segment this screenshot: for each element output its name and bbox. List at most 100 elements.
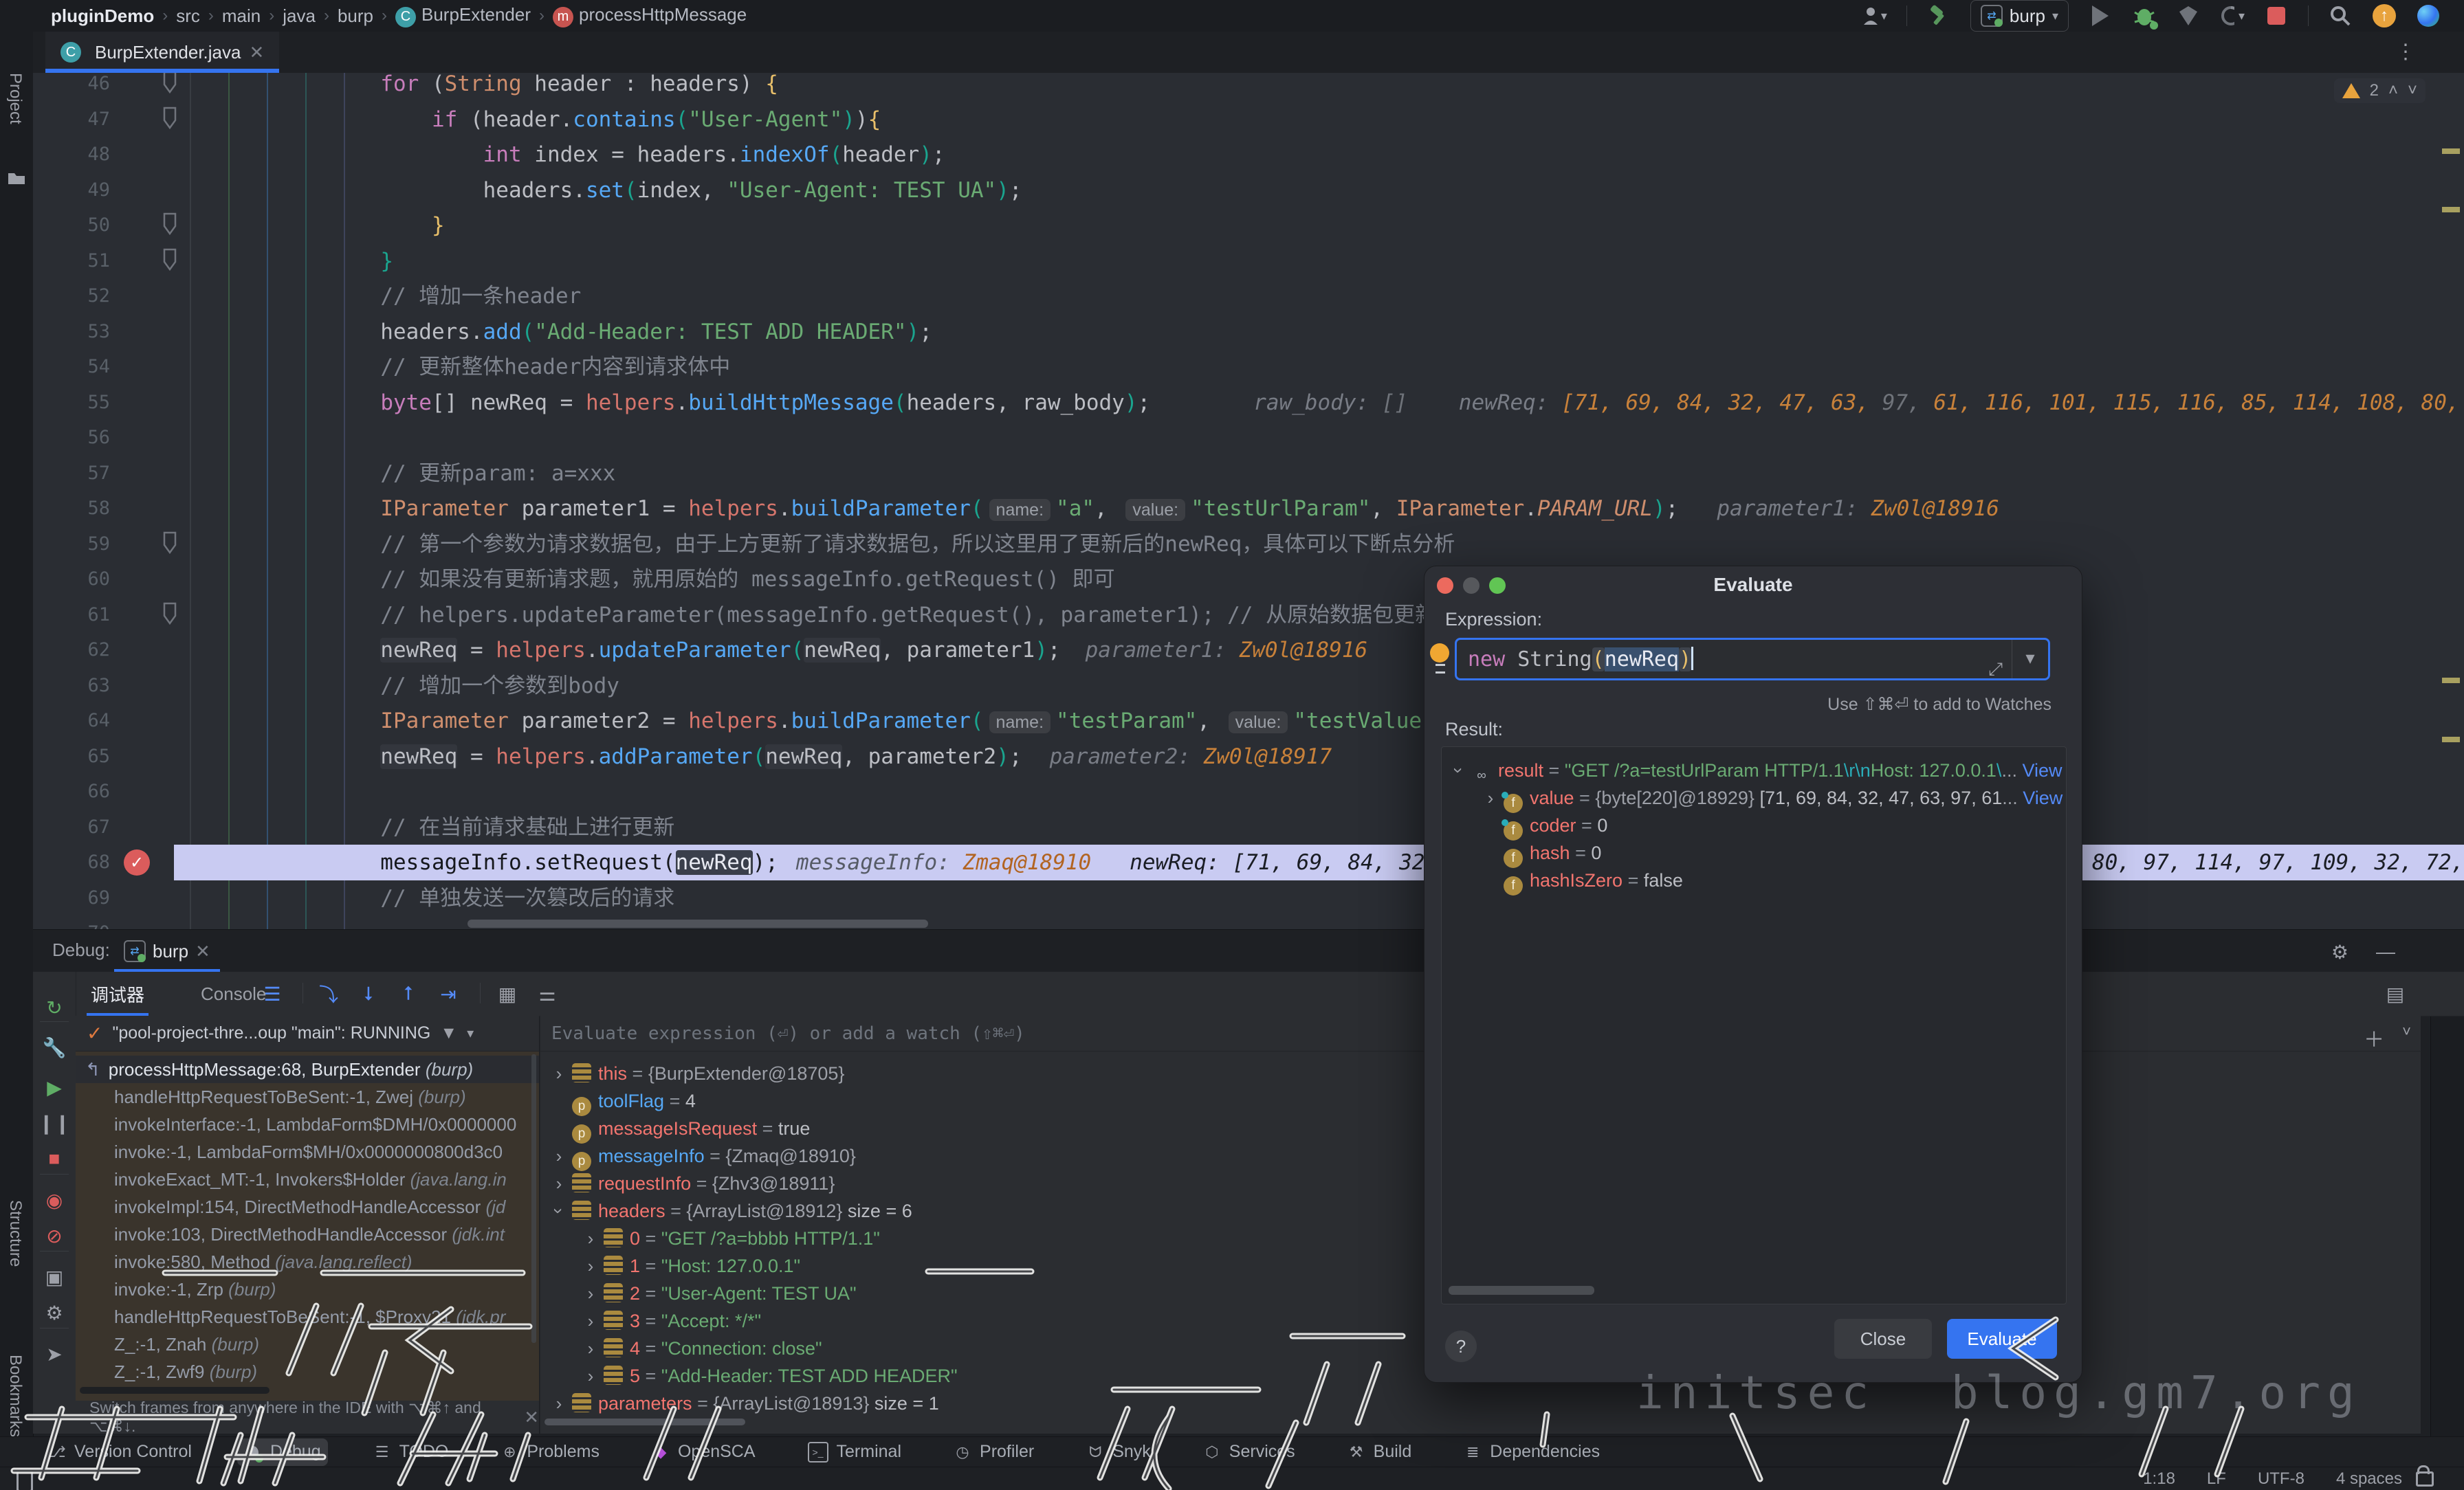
evaluate-button[interactable]: Evaluate xyxy=(1947,1319,2057,1359)
line-number[interactable]: 61 xyxy=(33,597,110,633)
toolwindow-profiler[interactable]: ◷Profiler xyxy=(947,1438,1041,1466)
line-number[interactable]: 60 xyxy=(33,561,110,597)
warning-stripe-mark[interactable] xyxy=(2442,678,2460,683)
toolwindow-build[interactable]: ⚒Build xyxy=(1341,1438,1419,1466)
more-options-icon[interactable]: ⋮ xyxy=(2395,40,2416,64)
breadcrumb-item-src[interactable]: src xyxy=(176,5,200,27)
breadcrumb-item-pluginDemo[interactable]: pluginDemo xyxy=(51,5,154,27)
line-number[interactable]: 54 xyxy=(33,349,110,385)
chevron-down-icon[interactable]: ▾ xyxy=(467,1025,474,1042)
debug-view-tab-Console[interactable]: Console xyxy=(197,972,270,1016)
search-icon[interactable] xyxy=(2328,3,2353,28)
stack-frame-row[interactable]: ↰processHttpMessage:68, BurpExtender (bu… xyxy=(76,1056,539,1083)
warning-stripe-mark[interactable] xyxy=(2442,207,2460,212)
chevron-icon[interactable]: › xyxy=(547,1390,571,1417)
stack-frame-row[interactable]: invokeImpl:154, DirectMethodHandleAccess… xyxy=(76,1193,539,1221)
step-into-icon[interactable]: ⭣ xyxy=(356,981,381,1006)
tree-row[interactable]: ›this = {BurpExtender@18705} xyxy=(547,1060,844,1087)
sidebar-item-project[interactable]: Project xyxy=(6,73,25,124)
inspections-widget[interactable]: 2 ˄ ˅ xyxy=(2334,78,2426,103)
debug-icon[interactable] xyxy=(2132,3,2157,28)
fold-pin-icon[interactable] xyxy=(161,212,179,236)
minimize-icon[interactable]: — xyxy=(2376,941,2395,964)
thread-selector[interactable]: ✓ "pool-project-thre...oup "main": RUNNI… xyxy=(76,1016,539,1052)
breadcrumb-item-java[interactable]: java xyxy=(283,5,316,27)
expand-icon[interactable]: ⤢ xyxy=(1988,649,2003,689)
run-to-cursor-icon[interactable]: ⇥ xyxy=(436,981,461,1006)
chevron-icon[interactable]: › xyxy=(579,1307,602,1335)
code-editor[interactable]: 46 for (String header : headers) {47 if … xyxy=(33,73,2464,929)
tree-row[interactable]: fcoder = 0 xyxy=(1479,812,1607,839)
close-button[interactable]: Close xyxy=(1834,1319,1932,1359)
line-number[interactable]: 64 xyxy=(33,703,110,739)
wrench-icon[interactable]: 🔧 xyxy=(42,1035,67,1060)
mute-breakpoints-icon[interactable]: ⊘ xyxy=(42,1223,67,1248)
panel-layout-icon[interactable]: ▤ xyxy=(2383,981,2408,1006)
chevron-icon[interactable]: › xyxy=(579,1362,602,1390)
fold-pin-icon[interactable] xyxy=(161,531,179,555)
tree-row[interactable]: ›4 = "Connection: close" xyxy=(579,1335,822,1362)
step-over-icon[interactable]: ⤵ xyxy=(316,981,341,1006)
chevron-down-icon[interactable]: ˅ xyxy=(2402,1023,2411,1053)
stop-icon[interactable] xyxy=(2264,3,2289,28)
line-number[interactable]: 57 xyxy=(33,456,110,491)
line-number[interactable]: 49 xyxy=(33,173,110,208)
layout-settings-icon[interactable]: ⚌ xyxy=(535,981,560,1006)
chevron-icon[interactable]: › xyxy=(1479,784,1502,812)
line-number[interactable]: 62 xyxy=(33,632,110,668)
frames-horizontal-scrollbar[interactable] xyxy=(80,1387,270,1394)
line-number[interactable]: 52 xyxy=(33,278,110,314)
unlock-icon[interactable] xyxy=(2416,1471,2434,1487)
chevron-icon[interactable]: › xyxy=(547,1170,571,1197)
line-number[interactable]: 55 xyxy=(33,385,110,421)
status-item[interactable]: LF xyxy=(2207,1469,2226,1489)
tree-row[interactable]: pmessageIsRequest = true xyxy=(547,1115,810,1142)
line-number[interactable]: 46 xyxy=(33,73,110,102)
pin-icon[interactable]: ➤ xyxy=(42,1342,67,1366)
chevron-icon[interactable]: › xyxy=(547,1060,571,1087)
step-out-icon[interactable]: ⭡ xyxy=(396,981,421,1006)
close-icon[interactable]: ✕ xyxy=(249,42,264,63)
stack-frame-row[interactable]: invoke:103, DirectMethodHandleAccessor (… xyxy=(76,1221,539,1248)
line-number[interactable]: 59 xyxy=(33,526,110,562)
tree-row[interactable]: fhashIsZero = false xyxy=(1479,867,1683,894)
line-number[interactable]: 50 xyxy=(33,208,110,243)
ide-update-icon[interactable]: ↑ xyxy=(2372,3,2397,28)
warning-stripe-mark[interactable] xyxy=(2442,737,2460,742)
debug-view-tab-调试器[interactable]: 调试器 xyxy=(87,972,148,1016)
variables-horizontal-scrollbar[interactable] xyxy=(544,1419,745,1425)
tree-row[interactable]: ›fvalue = {byte[220]@18929} [71, 69, 84,… xyxy=(1479,784,2062,812)
stack-frame-row[interactable]: handleHttpRequestToBeSent:-1, $Proxy21 (… xyxy=(76,1303,539,1331)
stop-icon[interactable]: ■ xyxy=(42,1146,67,1171)
toolwindow-services[interactable]: ⬡Services xyxy=(1196,1438,1302,1466)
stack-frame-row[interactable]: Z_:-1, Znah (burp) xyxy=(76,1331,539,1358)
variable-value[interactable]: View xyxy=(2022,760,2062,781)
profiler-icon[interactable]: ▾ xyxy=(2220,3,2245,28)
resume-icon[interactable]: ▶ xyxy=(42,1075,67,1100)
run-configuration-selector[interactable]: ⇄burp▾ xyxy=(1970,0,2069,32)
line-number[interactable]: 69 xyxy=(33,880,110,916)
add-watch-icon[interactable]: ＋ xyxy=(2364,1023,2384,1053)
tree-row[interactable]: ›0 = "GET /?a=bbbb HTTP/1.1" xyxy=(579,1225,880,1252)
chevron-icon[interactable]: › xyxy=(579,1225,602,1252)
line-number[interactable]: 67 xyxy=(33,810,110,845)
breakpoint-icon[interactable]: ✓ xyxy=(124,849,150,876)
tree-row[interactable]: ›headers = {ArrayList@18912} size = 6 xyxy=(547,1197,912,1225)
line-number[interactable]: 51 xyxy=(33,243,110,279)
rerun-icon[interactable]: ↻ xyxy=(42,995,67,1020)
chevron-icon[interactable]: › xyxy=(547,1142,571,1170)
chevron-icon[interactable]: › xyxy=(579,1280,602,1307)
variable-value[interactable]: View xyxy=(2023,788,2062,808)
help-button[interactable]: ? xyxy=(1445,1331,1477,1362)
breadcrumb-item-burp[interactable]: burp xyxy=(338,5,373,27)
chevron-icon[interactable]: › xyxy=(545,1199,573,1223)
tree-row[interactable]: ›5 = "Add-Header: TEST ADD HEADER" xyxy=(579,1362,958,1390)
evaluate-expression-icon[interactable]: ▦ xyxy=(495,981,520,1006)
fold-pin-icon[interactable] xyxy=(161,106,179,131)
line-number[interactable]: 56 xyxy=(33,420,110,456)
toolwindow-todo[interactable]: ☰TODO xyxy=(366,1438,456,1466)
coverage-icon[interactable] xyxy=(2176,3,2201,28)
result-horizontal-scrollbar[interactable] xyxy=(1449,1286,1594,1295)
history-dropdown-icon[interactable]: ▼ xyxy=(2012,640,2048,678)
stack-frame-row[interactable]: handleHttpRequestToBeSent:-1, Zwej (burp… xyxy=(76,1083,539,1111)
